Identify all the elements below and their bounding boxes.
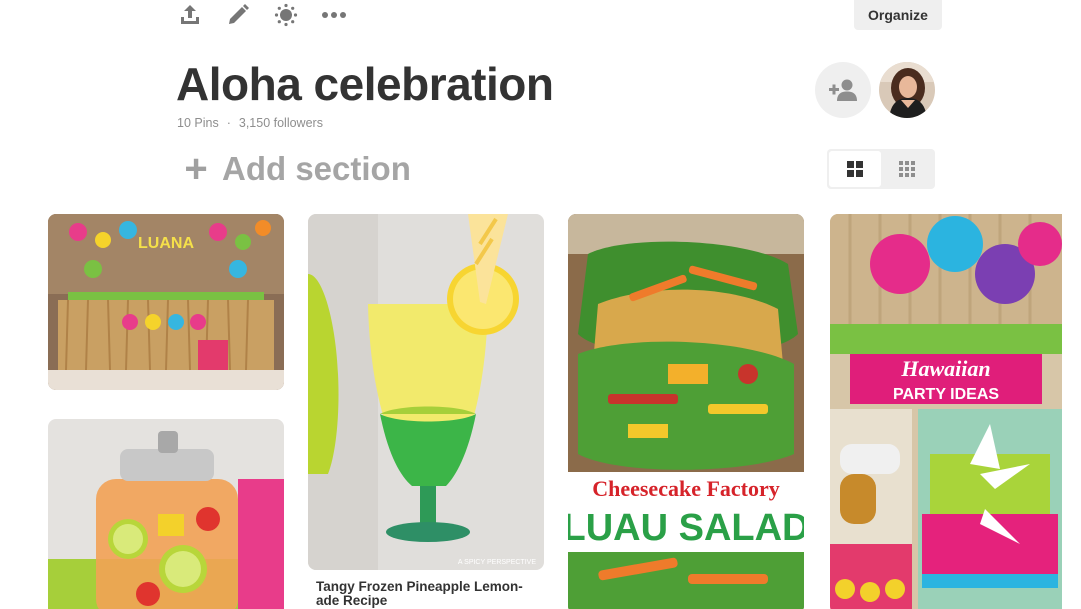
pin-hawaiian-title-1: Hawaiian	[900, 356, 990, 381]
add-section-label: Add section	[222, 150, 411, 187]
add-person-icon	[829, 79, 857, 101]
plus-icon: +	[184, 147, 208, 191]
grid-large-icon[interactable]	[829, 151, 881, 187]
pin-salad-title-2: LUAU SALAD	[568, 507, 804, 549]
more-icon[interactable]	[320, 1, 348, 29]
pin-salad-title-1: Cheesecake Factory	[592, 476, 780, 501]
pin-caption[interactable]: Tangy Frozen Pineapple Lemon-ade Recipe	[316, 580, 541, 608]
grid-compact-icon[interactable]	[881, 151, 933, 187]
organize-button[interactable]: Organize	[854, 0, 942, 30]
add-collaborator-button[interactable]	[815, 62, 871, 118]
board-toolbar	[176, 0, 368, 30]
pin-hawaiian-title-2: PARTY IDEAS	[893, 386, 999, 403]
add-section-button[interactable]: + Add section	[182, 147, 411, 191]
meta-separator: ·	[226, 116, 231, 130]
pin-fruit-sangria-jar[interactable]	[48, 419, 284, 609]
pin-pineapple-lemonade[interactable]: A SPICY PERSPECTIVE	[308, 214, 544, 570]
edit-icon[interactable]	[224, 1, 252, 29]
owner-avatar[interactable]	[879, 62, 935, 118]
pin-luana-text: LUANA	[138, 235, 194, 252]
board-meta: 10 Pins · 3,150 followers	[177, 116, 323, 130]
share-icon[interactable]	[176, 1, 204, 29]
sparkle-icon[interactable]	[272, 1, 300, 29]
pin-watermark: A SPICY PERSPECTIVE	[458, 559, 536, 566]
board-title: Aloha celebration	[176, 58, 554, 110]
pin-luau-salad[interactable]: Cheesecake Factory LUAU SALAD	[568, 214, 804, 609]
pin-hawaiian-party-ideas[interactable]: Hawaiian PARTY IDEAS	[830, 214, 1062, 609]
pin-luana-party-table[interactable]: LUANA	[48, 214, 284, 390]
view-toggle	[827, 149, 935, 189]
pins-count[interactable]: 10 Pins	[177, 116, 219, 130]
followers-count[interactable]: 3,150 followers	[239, 116, 323, 130]
